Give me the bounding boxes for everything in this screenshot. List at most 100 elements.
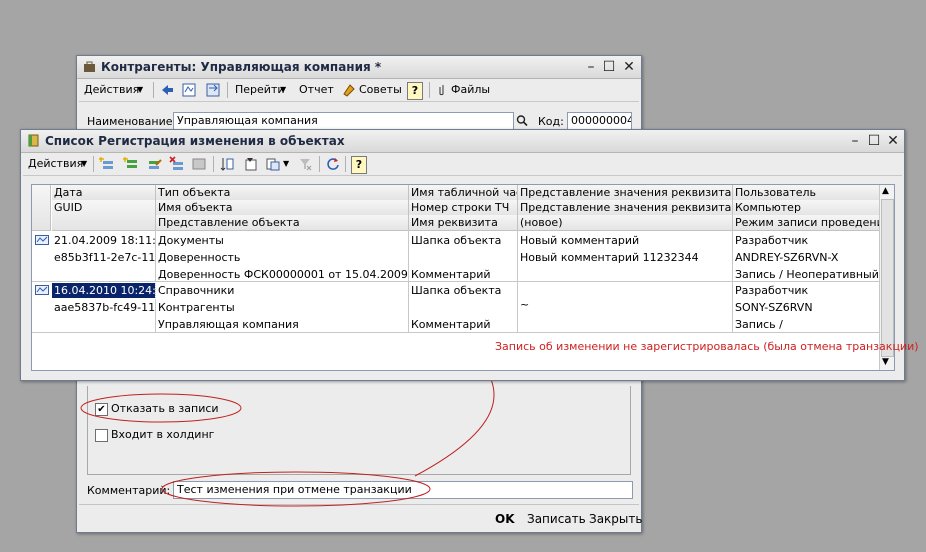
row-divider xyxy=(32,332,879,333)
header-row-number[interactable]: Номер строки ТЧ xyxy=(409,200,518,216)
row2-object-type[interactable]: Справочники xyxy=(156,283,408,298)
close-form-button[interactable]: Закрыть xyxy=(589,512,642,526)
row1-computer[interactable]: ANDREY-SZ6RVN-X xyxy=(733,250,879,265)
row2-date[interactable]: 16.04.2010 10:24:36 xyxy=(51,282,156,299)
copy-icon[interactable] xyxy=(265,156,281,172)
header-object-type[interactable]: Тип объекта xyxy=(156,185,409,201)
form-footer-divider xyxy=(79,504,639,505)
ok-button[interactable]: OK xyxy=(495,512,515,526)
record-icon xyxy=(35,235,49,245)
toolbar-separator xyxy=(227,82,228,98)
header-date[interactable]: Дата xyxy=(52,185,156,201)
row1-object-name[interactable]: Доверенность xyxy=(156,250,408,265)
scrollbar-thumb[interactable] xyxy=(881,199,894,357)
code-field[interactable]: 000000004 xyxy=(567,112,632,130)
header-user[interactable]: Пользователь xyxy=(733,185,880,201)
files-button[interactable]: Файлы xyxy=(451,82,490,98)
filter-icon[interactable] xyxy=(243,156,259,172)
row2-user[interactable]: Разработчик xyxy=(733,283,879,298)
holding-label: Входит в холдинг xyxy=(111,428,215,441)
header-table-part[interactable]: Имя табличной час... xyxy=(409,185,518,201)
list-titlebar[interactable]: Список Регистрация изменения в объектах … xyxy=(21,130,904,153)
form-toolbar: Действия ▼ Перейти ▼ Отчет Советы ? Файл… xyxy=(79,79,639,102)
header-icon-column xyxy=(32,185,51,231)
sort-icon[interactable] xyxy=(219,156,235,172)
row2-value-new[interactable]: ~ xyxy=(518,297,732,312)
header-value-new[interactable]: Представление значения реквизита xyxy=(518,200,733,216)
chevron-down-icon[interactable]: ▼ xyxy=(280,82,286,98)
document-icon[interactable] xyxy=(181,82,197,98)
row1-object-repr[interactable]: Доверенность ФСК00000001 от 15.04.2009 0… xyxy=(156,267,408,282)
row2-object-repr[interactable]: Управляющая компания xyxy=(156,317,408,332)
add-group-icon[interactable] xyxy=(123,156,139,172)
maximize-button[interactable]: ☐ xyxy=(601,59,617,75)
goto-menu[interactable]: Перейти xyxy=(235,82,285,98)
header-object-name[interactable]: Имя объекта xyxy=(156,200,409,216)
toolbar-separator xyxy=(213,156,214,172)
header-object-repr[interactable]: Представление объекта xyxy=(156,215,409,231)
row1-object-type[interactable]: Документы xyxy=(156,233,408,248)
change-registration-list-window: Список Регистрация изменения в объектах … xyxy=(20,129,919,381)
header-attribute-name[interactable]: Имя реквизита xyxy=(409,215,518,231)
name-field[interactable]: Управляющая компания xyxy=(173,112,514,130)
row1-guid[interactable]: e85b3f11-2e7c-11... xyxy=(52,250,155,265)
tips-icon[interactable] xyxy=(341,82,357,98)
tips-button[interactable]: Советы xyxy=(359,82,402,98)
row2-mode[interactable]: Запись / xyxy=(733,317,879,332)
row1-value-new[interactable]: Новый комментарий 11232344 xyxy=(518,250,732,265)
row1-mode[interactable]: Запись / Неоперативный xyxy=(733,267,879,282)
record-icon xyxy=(35,285,49,295)
book-icon xyxy=(28,134,39,147)
list-toolbar: Действия ▼ ▼ ? xyxy=(23,153,902,176)
row2-attribute-name[interactable]: Комментарий xyxy=(409,317,517,332)
form-titlebar[interactable]: Контрагенты: Управляющая компания * – ☐ … xyxy=(77,56,641,79)
scroll-down-icon[interactable]: ▼ xyxy=(882,357,889,367)
header-value-new-suffix[interactable]: (новое) xyxy=(518,215,733,231)
row2-object-name[interactable]: Контрагенты xyxy=(156,300,408,315)
close-button[interactable]: ✕ xyxy=(885,133,901,149)
row1-date[interactable]: 21.04.2009 18:11:37 xyxy=(52,233,155,248)
save-button[interactable]: Записать xyxy=(527,512,586,526)
comment-label: Комментарий: xyxy=(87,484,171,497)
scroll-up-icon[interactable]: ▲ xyxy=(882,186,889,196)
comment-field[interactable]: Тест изменения при отмене транзакции xyxy=(173,481,633,499)
clear-filter-icon[interactable] xyxy=(297,156,313,172)
arrow-left-icon[interactable] xyxy=(159,82,175,98)
close-button[interactable]: ✕ xyxy=(621,59,637,75)
minimize-button[interactable]: – xyxy=(847,133,863,149)
swap-icon[interactable] xyxy=(205,82,221,98)
header-value-old[interactable]: Представление значения реквизита (ст... xyxy=(518,185,733,201)
search-icon[interactable] xyxy=(515,113,529,128)
chevron-down-icon[interactable]: ▼ xyxy=(137,82,143,98)
transaction-cancel-note: Запись об изменении не зарегистрировалас… xyxy=(495,340,919,353)
row2-table-part[interactable]: Шапка объекта xyxy=(409,283,517,298)
actions-menu[interactable]: Действия xyxy=(28,156,83,172)
minimize-button[interactable]: – xyxy=(583,59,599,75)
row1-attribute-name[interactable]: Комментарий xyxy=(409,267,517,282)
chevron-down-icon[interactable]: ▼ xyxy=(283,156,289,172)
edit-icon[interactable] xyxy=(147,156,163,172)
row1-table-part[interactable]: Шапка объекта xyxy=(409,233,517,248)
help-button[interactable]: ? xyxy=(407,82,423,100)
row1-user[interactable]: Разработчик xyxy=(733,233,879,248)
holding-checkbox[interactable] xyxy=(95,429,108,442)
header-guid[interactable]: GUID xyxy=(52,200,156,231)
help-button[interactable]: ? xyxy=(351,156,367,174)
row2-guid[interactable]: aae5837b-fc49-11... xyxy=(52,300,155,315)
row1-value-old[interactable]: Новый комментарий xyxy=(518,233,732,248)
delete-icon[interactable] xyxy=(169,156,185,172)
refuse-checkbox[interactable]: ✔ xyxy=(95,403,108,416)
actions-menu[interactable]: Действия xyxy=(84,82,139,98)
refresh-icon[interactable] xyxy=(325,156,341,172)
report-button[interactable]: Отчет xyxy=(299,82,334,98)
row2-computer[interactable]: SONY-SZ6RVN xyxy=(733,300,879,315)
paperclip-icon[interactable] xyxy=(435,82,451,98)
toolbar-separator xyxy=(429,82,430,98)
add-icon[interactable] xyxy=(99,156,115,172)
header-mode[interactable]: Режим записи проведения xyxy=(733,215,880,231)
toolbar-separator xyxy=(153,82,154,98)
chevron-down-icon[interactable]: ▼ xyxy=(81,156,87,172)
header-computer[interactable]: Компьютер xyxy=(733,200,880,216)
maximize-button[interactable]: ☐ xyxy=(866,133,882,149)
post-icon[interactable] xyxy=(191,156,207,172)
